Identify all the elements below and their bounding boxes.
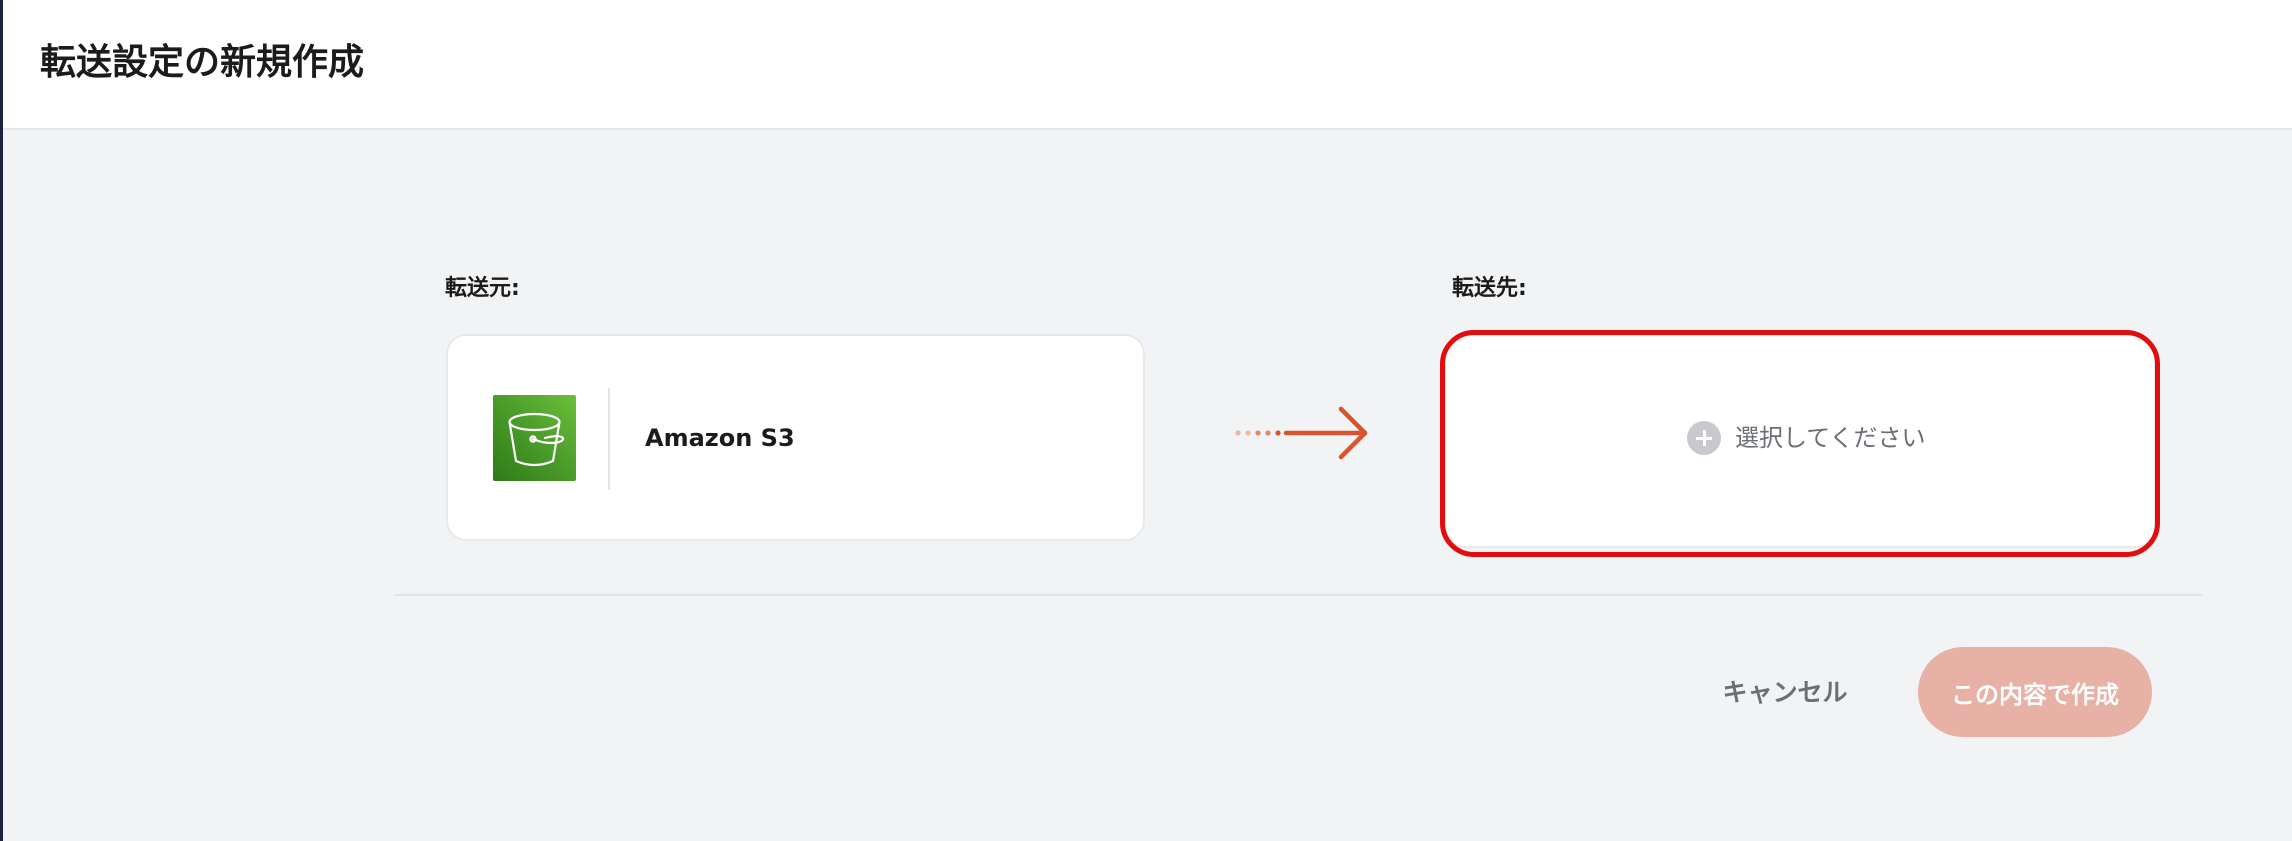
- source-name: Amazon S3: [645, 424, 795, 452]
- plus-circle-icon: [1687, 421, 1721, 455]
- page-title: 転送設定の新規作成: [40, 42, 365, 83]
- select-destination-button[interactable]: 選択してください: [1687, 420, 1926, 456]
- card-divider: [608, 388, 610, 490]
- source-card: Amazon S3: [446, 334, 1145, 541]
- source-label: 転送元:: [445, 276, 520, 301]
- destination-card[interactable]: 選択してください: [1444, 334, 2156, 548]
- page-header: 転送設定の新規作成: [3, 0, 2292, 130]
- select-destination-label: 選択してください: [1735, 424, 1926, 452]
- arrow-right-icon: [1234, 404, 1372, 466]
- footer-divider: [394, 594, 2202, 596]
- destination-label: 転送先:: [1452, 276, 1527, 301]
- s3-bucket-icon: [493, 395, 576, 481]
- create-button[interactable]: この内容で作成: [1918, 647, 2152, 737]
- cancel-button[interactable]: キャンセル: [1710, 668, 1860, 714]
